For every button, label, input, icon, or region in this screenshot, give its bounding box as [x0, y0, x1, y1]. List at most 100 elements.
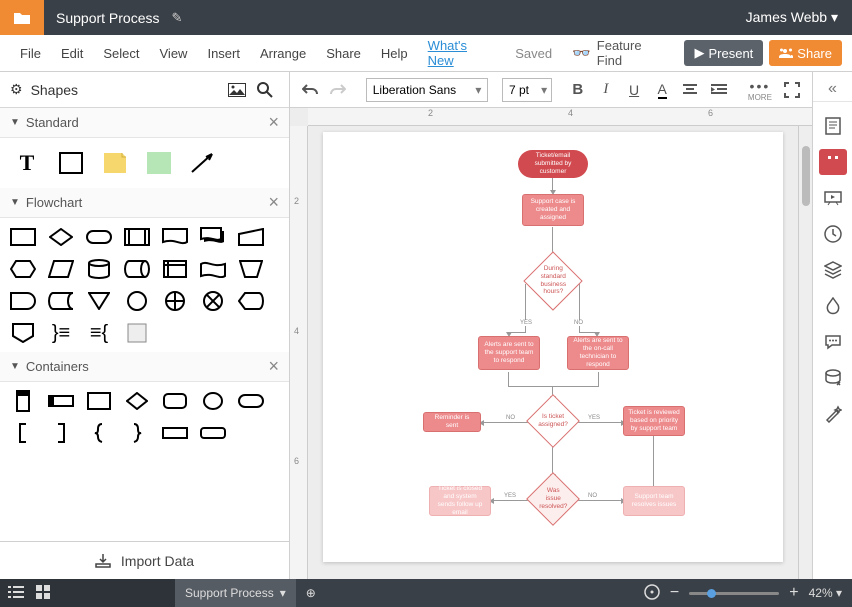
fc-multidoc[interactable] — [200, 226, 226, 248]
rail-comments-icon[interactable] — [819, 149, 847, 175]
present-button[interactable]: ▶ Present — [684, 40, 763, 66]
grid-view-icon[interactable] — [36, 585, 50, 602]
menu-view[interactable]: View — [150, 46, 198, 61]
fc-manual-input[interactable] — [238, 226, 264, 248]
node-issue-resolved[interactable]: Was issue resolved? — [526, 472, 580, 526]
ct-diamond[interactable] — [124, 390, 150, 412]
fc-merge[interactable] — [86, 290, 112, 312]
section-flowchart[interactable]: ▼ Flowchart × — [0, 188, 289, 218]
ct-rect[interactable] — [86, 390, 112, 412]
italic-button[interactable]: I — [594, 77, 618, 103]
scrollbar-thumb[interactable] — [802, 146, 810, 206]
rail-history-icon[interactable] — [819, 216, 847, 252]
zoom-out-button[interactable]: − — [670, 584, 679, 602]
note-shape[interactable] — [102, 152, 128, 174]
ct-swimlane-v[interactable] — [10, 390, 36, 412]
underline-button[interactable]: U — [622, 77, 646, 103]
import-data-button[interactable]: Import Data — [0, 541, 289, 579]
menu-insert[interactable]: Insert — [197, 46, 250, 61]
ct-bracket-r[interactable] — [48, 422, 74, 444]
zoom-level[interactable]: 42% ▾ — [809, 586, 842, 600]
page[interactable]: YES NO NO YES — [323, 132, 783, 562]
add-page-button[interactable]: ⊕ — [296, 586, 326, 600]
text-color-button[interactable]: A — [650, 77, 674, 103]
menu-help[interactable]: Help — [371, 46, 418, 61]
node-start[interactable]: Ticket/email submitted by customer — [518, 150, 588, 178]
fc-decision[interactable] — [48, 226, 74, 248]
rail-present-icon[interactable] — [819, 180, 847, 216]
fc-predefined[interactable] — [124, 226, 150, 248]
ct-circle[interactable] — [200, 390, 226, 412]
share-button[interactable]: Share — [769, 40, 842, 66]
font-size-select[interactable]: 7 pt — [502, 78, 552, 102]
line-shape[interactable] — [190, 152, 216, 174]
close-icon[interactable]: × — [268, 356, 279, 377]
menu-share[interactable]: Share — [316, 46, 371, 61]
collapse-rail-button[interactable]: « — [813, 76, 852, 102]
indent-button[interactable] — [706, 77, 730, 103]
fc-connector[interactable] — [124, 290, 150, 312]
ct-brace-l[interactable] — [86, 422, 112, 444]
ct-rect2[interactable] — [162, 422, 188, 444]
node-ticket-assigned[interactable]: Is ticket assigned? — [526, 394, 580, 448]
undo-button[interactable] — [298, 77, 322, 103]
menu-arrange[interactable]: Arrange — [250, 46, 316, 61]
feature-find[interactable]: 👓 Feature Find — [562, 38, 678, 68]
fullscreen-button[interactable] — [780, 77, 804, 103]
fc-data[interactable] — [48, 258, 74, 280]
block-shape[interactable] — [58, 152, 84, 174]
hotspot-shape[interactable] — [146, 152, 172, 174]
menu-select[interactable]: Select — [93, 46, 149, 61]
ct-pill[interactable] — [238, 390, 264, 412]
section-containers[interactable]: ▼ Containers × — [0, 352, 289, 382]
node-team-resolves[interactable]: Support team resolves issues — [623, 486, 685, 516]
vertical-scrollbar[interactable] — [798, 126, 812, 579]
node-create-case[interactable]: Support case is created and assigned — [522, 194, 584, 226]
fc-display[interactable] — [238, 290, 264, 312]
zoom-slider-thumb[interactable] — [707, 589, 716, 598]
fc-manual-op[interactable] — [238, 258, 264, 280]
node-business-hours[interactable]: During standard business hours? — [523, 251, 582, 310]
node-reminder[interactable]: Reminder is sent — [423, 412, 481, 432]
node-closed[interactable]: Ticket is closed and system sends follow… — [429, 486, 491, 516]
fc-preparation[interactable] — [10, 258, 36, 280]
ct-bracket-l[interactable] — [10, 422, 36, 444]
list-view-icon[interactable] — [8, 585, 24, 602]
fc-internal-storage[interactable] — [162, 258, 188, 280]
ct-roundrect2[interactable] — [200, 422, 226, 444]
fc-database[interactable] — [86, 258, 112, 280]
align-button[interactable] — [678, 77, 702, 103]
rail-theme-icon[interactable] — [819, 288, 847, 324]
fc-offpage[interactable] — [10, 322, 36, 344]
user-menu[interactable]: James Webb ▾ — [732, 9, 852, 26]
fc-process[interactable] — [10, 226, 36, 248]
fc-direct-data[interactable] — [124, 258, 150, 280]
text-shape[interactable]: T — [14, 152, 40, 174]
canvas[interactable]: YES NO NO YES — [308, 126, 798, 579]
fc-paper-tape[interactable] — [200, 258, 226, 280]
fc-terminator[interactable] — [86, 226, 112, 248]
fc-delay[interactable] — [10, 290, 36, 312]
fc-note[interactable] — [124, 322, 150, 344]
ct-roundrect[interactable] — [162, 390, 188, 412]
ct-brace-r[interactable] — [124, 422, 150, 444]
rail-page-icon[interactable] — [819, 108, 847, 144]
section-standard[interactable]: ▼ Standard × — [0, 108, 289, 138]
menu-file[interactable]: File — [10, 46, 51, 61]
image-icon[interactable] — [223, 76, 251, 104]
document-title[interactable]: Support Process — [44, 10, 172, 26]
search-icon[interactable] — [251, 76, 279, 104]
rail-chat-icon[interactable] — [819, 324, 847, 360]
fc-stored-data[interactable] — [48, 290, 74, 312]
rail-magic-icon[interactable] — [819, 396, 847, 432]
whats-new-link[interactable]: What's New — [418, 38, 506, 68]
fc-brace-left[interactable]: ≡{ — [86, 322, 112, 344]
gear-icon[interactable]: ⚙ — [10, 81, 23, 98]
node-alert-team[interactable]: Alerts are sent to the support team to r… — [478, 336, 540, 370]
node-review[interactable]: Ticket is reviewed based on priority by … — [623, 406, 685, 436]
fc-sum[interactable] — [200, 290, 226, 312]
menu-edit[interactable]: Edit — [51, 46, 93, 61]
ct-swimlane-h[interactable] — [48, 390, 74, 412]
bold-button[interactable]: B — [566, 77, 590, 103]
rail-layers-icon[interactable] — [819, 252, 847, 288]
